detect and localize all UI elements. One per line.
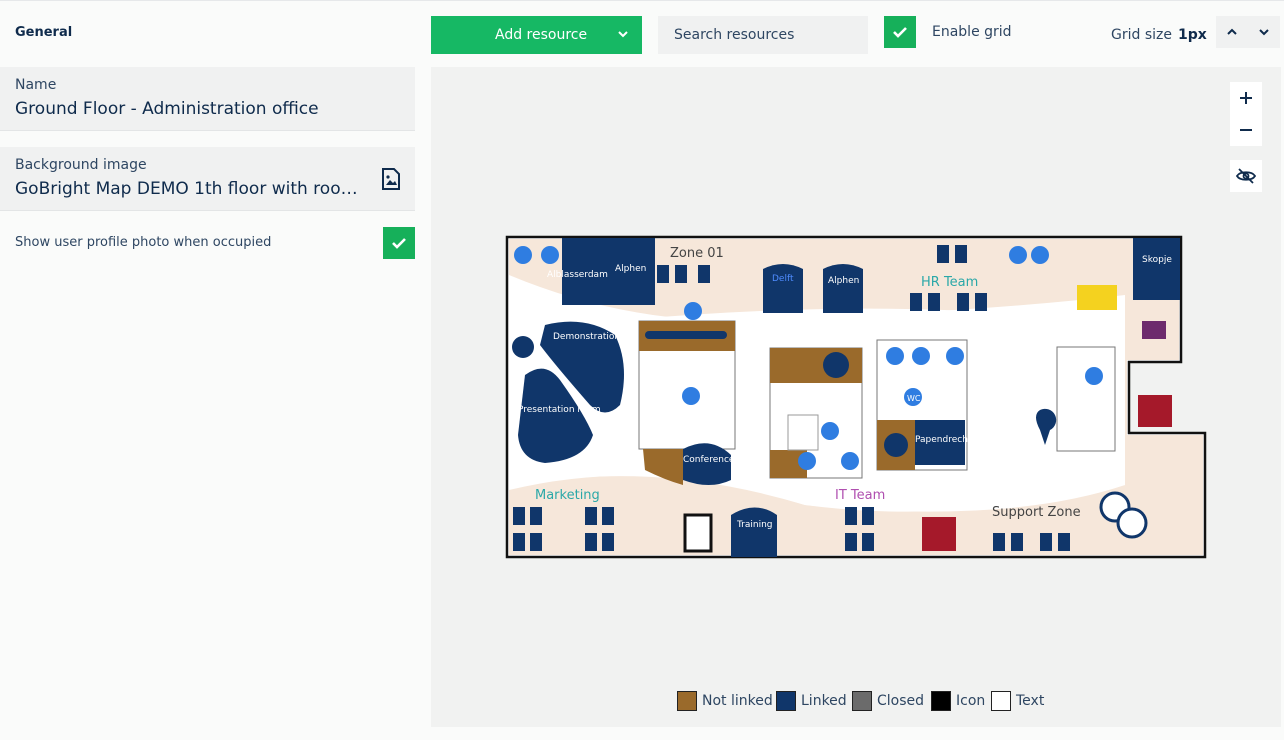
zone-label: HR Team xyxy=(921,275,978,290)
room-label: Alphen xyxy=(615,264,646,274)
legend-swatch xyxy=(991,691,1011,711)
background-image-label: Background image xyxy=(15,157,147,173)
legend-label: Not linked xyxy=(702,693,773,709)
background-image-field[interactable]: Background image GoBright Map DEMO 1th f… xyxy=(0,147,415,211)
room-label: Demonstration room xyxy=(553,332,646,342)
grid-size-stepper[interactable] xyxy=(1216,16,1280,48)
check-icon xyxy=(392,238,406,249)
room[interactable] xyxy=(823,264,863,313)
room-label: Skopje xyxy=(1142,255,1172,265)
room[interactable] xyxy=(1133,238,1180,300)
legend-label: Closed xyxy=(877,693,925,709)
grid-size-label: Grid size xyxy=(1111,27,1172,43)
legend-label: Linked xyxy=(801,693,847,709)
exit-icon xyxy=(512,336,534,358)
enable-grid-label: Enable grid xyxy=(932,24,1012,40)
room[interactable] xyxy=(763,264,803,313)
background-image-value[interactable]: GoBright Map DEMO 1th floor with rooms a… xyxy=(15,179,367,199)
legend-swatch xyxy=(776,691,796,711)
camera-icon xyxy=(1116,507,1148,539)
legend-item: Not linked xyxy=(677,691,773,711)
door-icon xyxy=(683,513,713,553)
grid-size-value: 1px xyxy=(1178,27,1207,43)
room-label: Papendrecht xyxy=(915,435,972,445)
profile-photo-label: Show user profile photo when occupied xyxy=(15,235,272,250)
zoom-in-button[interactable] xyxy=(1230,82,1262,114)
chevron-up-icon xyxy=(1227,28,1237,35)
name-field[interactable]: Name Ground Floor - Administration offic… xyxy=(0,67,415,131)
room-label: WC xyxy=(907,394,921,403)
stairs xyxy=(1056,346,1116,452)
room-label: Delft xyxy=(772,274,794,284)
grid-size-increase-button[interactable] xyxy=(1216,16,1248,48)
floor-plan[interactable]: Zone 01 HR Team Marketing IT Team Suppor… xyxy=(505,235,1210,560)
legend-label: Text xyxy=(1016,693,1045,709)
legend-swatch xyxy=(931,691,951,711)
search-input[interactable] xyxy=(658,16,868,54)
legend-item: Icon xyxy=(931,691,985,711)
section-title: General xyxy=(15,25,73,40)
fire-ladder-icon xyxy=(1138,395,1172,427)
stairs xyxy=(787,414,819,451)
eye-off-icon xyxy=(1236,168,1256,184)
image-file-icon[interactable] xyxy=(382,168,400,190)
room-label: Training xyxy=(736,520,773,530)
zone-label: IT Team xyxy=(835,488,885,503)
chevron-down-icon xyxy=(618,31,628,38)
minus-icon xyxy=(1240,129,1252,131)
coffee-icon xyxy=(1142,321,1166,339)
legend-item: Linked xyxy=(776,691,847,711)
add-resource-label: Add resource xyxy=(495,27,588,43)
room-label: Presentation room xyxy=(518,405,601,415)
zoom-control[interactable] xyxy=(1230,82,1262,146)
zone-label: Marketing xyxy=(535,488,600,503)
enable-grid-checkbox[interactable] xyxy=(884,16,916,48)
add-resource-button[interactable]: Add resource xyxy=(431,16,642,54)
zoom-out-button[interactable] xyxy=(1230,114,1262,146)
chevron-down-icon xyxy=(1259,29,1269,36)
legend-swatch xyxy=(852,691,872,711)
name-value[interactable]: Ground Floor - Administration office xyxy=(15,99,375,119)
top-divider xyxy=(0,0,1284,1)
check-icon xyxy=(893,27,907,38)
legend-item: Closed xyxy=(852,691,924,711)
zone-label: Zone 01 xyxy=(670,246,724,261)
zone-label: Support Zone xyxy=(992,505,1081,520)
name-label: Name xyxy=(15,77,57,93)
profile-photo-checkbox[interactable] xyxy=(383,227,415,259)
visibility-toggle-button[interactable] xyxy=(1230,160,1262,192)
legend-item: Text xyxy=(991,691,1044,711)
plus-icon xyxy=(1240,92,1252,104)
grid-size-decrease-button[interactable] xyxy=(1248,16,1280,48)
room-label: Conference Room xyxy=(683,455,763,465)
legend-label: Icon xyxy=(956,693,986,709)
room-label: Alblasserdam xyxy=(547,270,608,280)
legend-swatch xyxy=(677,691,697,711)
room[interactable] xyxy=(731,507,777,558)
sofa-icon xyxy=(1077,285,1117,310)
fire-extinguisher-icon xyxy=(922,517,956,551)
room-label: Alphen xyxy=(828,276,859,286)
